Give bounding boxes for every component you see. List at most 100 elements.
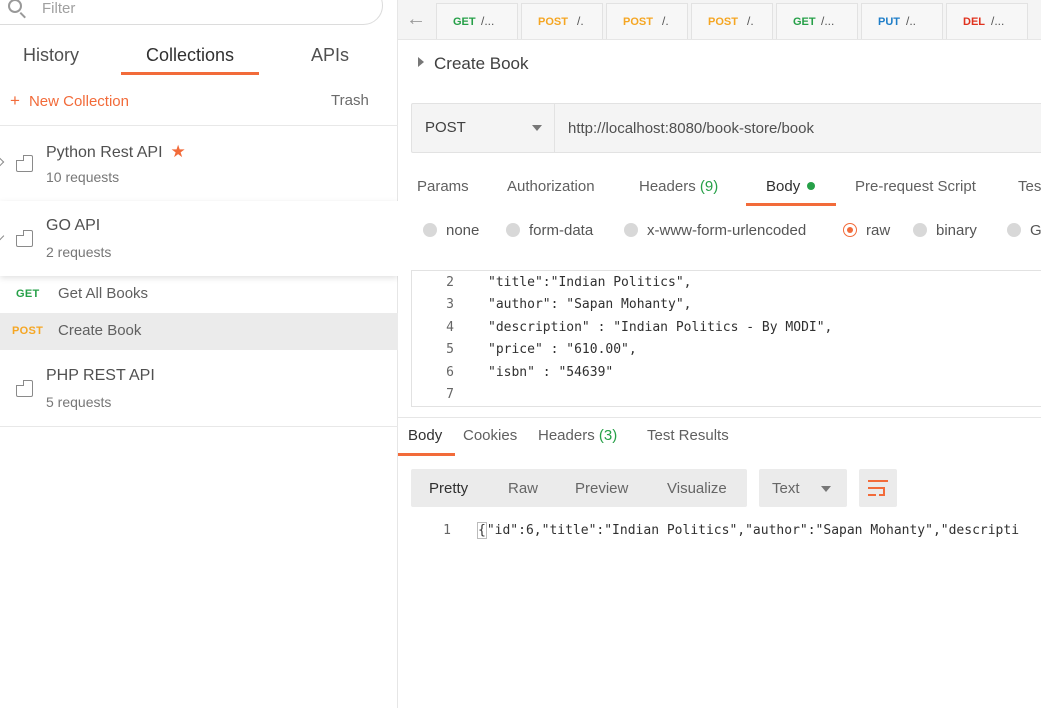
sidebar: Filter History Collections APIs + New Col… [0,0,398,708]
response-tab-headers[interactable]: Headers (3) [538,427,617,444]
request-title[interactable]: Create Book [418,54,529,74]
request-tab[interactable]: POST /. [691,3,773,39]
wrap-lines-button[interactable] [859,469,897,507]
request-subtabs: Params Authorization Headers (9) Body Pr… [398,170,1041,210]
tab-tests[interactable]: Tes [1018,178,1041,195]
request-tab[interactable]: GET /... [776,3,858,39]
request-get-all-books[interactable]: GET Get All Books [0,276,398,313]
request-name: Get All Books [58,285,149,302]
method-badge: POST [623,16,653,28]
code-text: "description" : "Indian Politics - By MO… [488,320,833,335]
code-line: 4 "description" : "Indian Politics - By M… [412,316,1041,338]
format-preview[interactable]: Preview [575,480,628,497]
method-select[interactable]: POST [412,104,555,152]
radio-form-data[interactable]: form-data [506,222,593,239]
tab-authorization[interactable]: Authorization [507,178,595,195]
method-badge: DEL [963,16,985,28]
sidebar-tabs: History Collections APIs [0,40,398,76]
tab-label: /... [991,14,1005,28]
radio-binary[interactable]: binary [913,222,977,239]
code-text: "author": "Sapan Mohanty", [488,297,692,312]
tab-underline [746,203,836,206]
request-tab[interactable]: POST /. [606,3,688,39]
response-tab-cookies[interactable]: Cookies [463,427,517,444]
trash-button[interactable]: Trash [331,92,369,109]
tab-collections[interactable]: Collections [146,45,234,66]
chevron-down-icon [532,125,542,131]
request-tab[interactable]: POST /. [521,3,603,39]
method-badge: GET [453,16,476,28]
method-badge: PUT [878,16,900,28]
url-input[interactable]: http://localhost:8080/book-store/book [568,120,814,137]
response-tab-body[interactable]: Body [408,427,442,444]
line-number: 4 [446,320,454,335]
request-create-book[interactable]: POST Create Book [0,313,398,350]
tab-apis[interactable]: APIs [311,45,349,66]
collection-count: 2 requests [46,244,112,260]
new-collection-button[interactable]: + New Collection [10,91,129,111]
tab-label: /.. [906,14,917,28]
radio-graphql[interactable]: G [1007,222,1041,239]
tab-history[interactable]: History [23,45,79,66]
radio-none[interactable]: none [423,222,479,239]
format-visualize[interactable]: Visualize [667,480,727,497]
radio-circle [913,223,927,237]
radio-label: G [1030,222,1041,239]
caret-right-icon [418,57,424,67]
filter-input[interactable]: Filter [0,0,383,25]
filter-placeholder: Filter [42,0,76,17]
chevron-down-icon [0,231,5,241]
tab-body[interactable]: Body [766,178,816,195]
method-badge: GET [16,288,40,300]
folder-icon [15,229,33,247]
line-number: 7 [446,387,454,402]
response-body[interactable]: 1 {"id":6,"title":"Indian Politics","aut… [398,521,1041,543]
tab-params[interactable]: Params [417,178,469,195]
radio-circle [1007,223,1021,237]
radio-raw[interactable]: raw [843,222,890,239]
tab-body-label: Body [766,178,801,195]
url-bar: POST http://localhost:8080/book-store/bo… [411,103,1041,153]
collection-name: Python Rest API ★ [46,142,186,161]
line-number: 3 [446,297,454,312]
radio-circle [843,223,857,237]
collection-count: 5 requests [46,394,112,410]
code-text: "price" : "610.00", [488,342,637,357]
response-tabs: Body Cookies Headers (3) Test Results [398,427,1041,457]
request-tab[interactable]: GET /... [436,3,518,39]
code-text: "title":"Indian Politics", [488,275,692,290]
format-raw[interactable]: Raw [508,480,538,497]
divider [0,426,398,427]
tab-pre-request-script[interactable]: Pre-request Script [855,178,976,195]
tab-headers-label: Headers [639,178,696,195]
radio-label: x-www-form-urlencoded [647,222,807,239]
folder-icon [15,154,33,172]
request-tab[interactable]: DEL /... [946,3,1028,39]
collection-go-api[interactable]: GO API 2 requests [0,201,398,276]
request-tab[interactable]: PUT /.. [861,3,943,39]
tab-headers[interactable]: Headers (9) [639,178,718,195]
radio-x-www-form-urlencoded[interactable]: x-www-form-urlencoded [624,222,806,239]
method-badge: POST [12,325,44,337]
arrow-left-icon[interactable]: ← [406,9,426,29]
format-pretty[interactable]: Pretty [429,480,468,497]
chevron-down-icon [821,486,831,492]
response-format-group: Pretty Raw Preview Visualize [411,469,747,507]
response-type-value: Text [772,480,800,497]
method-value: POST [425,119,466,136]
tab-label: /. [747,14,754,28]
radio-circle [506,223,520,237]
collection-php-rest-api[interactable]: PHP REST API 5 requests [0,351,398,426]
response-type-select[interactable]: Text [759,469,847,507]
collection-python-rest-api[interactable]: Python Rest API ★ 10 requests [0,126,398,201]
response-text: "id":6,"title":"Indian Politics","author… [486,523,1020,538]
tab-underline [398,453,455,456]
body-type-options: none form-data x-www-form-urlencoded raw… [398,222,1041,246]
radio-label: form-data [529,222,594,239]
star-icon[interactable]: ★ [171,142,186,161]
body-editor[interactable]: 2 "title":"Indian Politics", 3 "author": "… [411,270,1041,407]
code-line: 7 [412,383,1041,405]
code-line: 6 "isbn" : "54639" [412,361,1041,383]
response-tab-test-results[interactable]: Test Results [647,427,729,444]
headers-count: (3) [598,427,618,444]
